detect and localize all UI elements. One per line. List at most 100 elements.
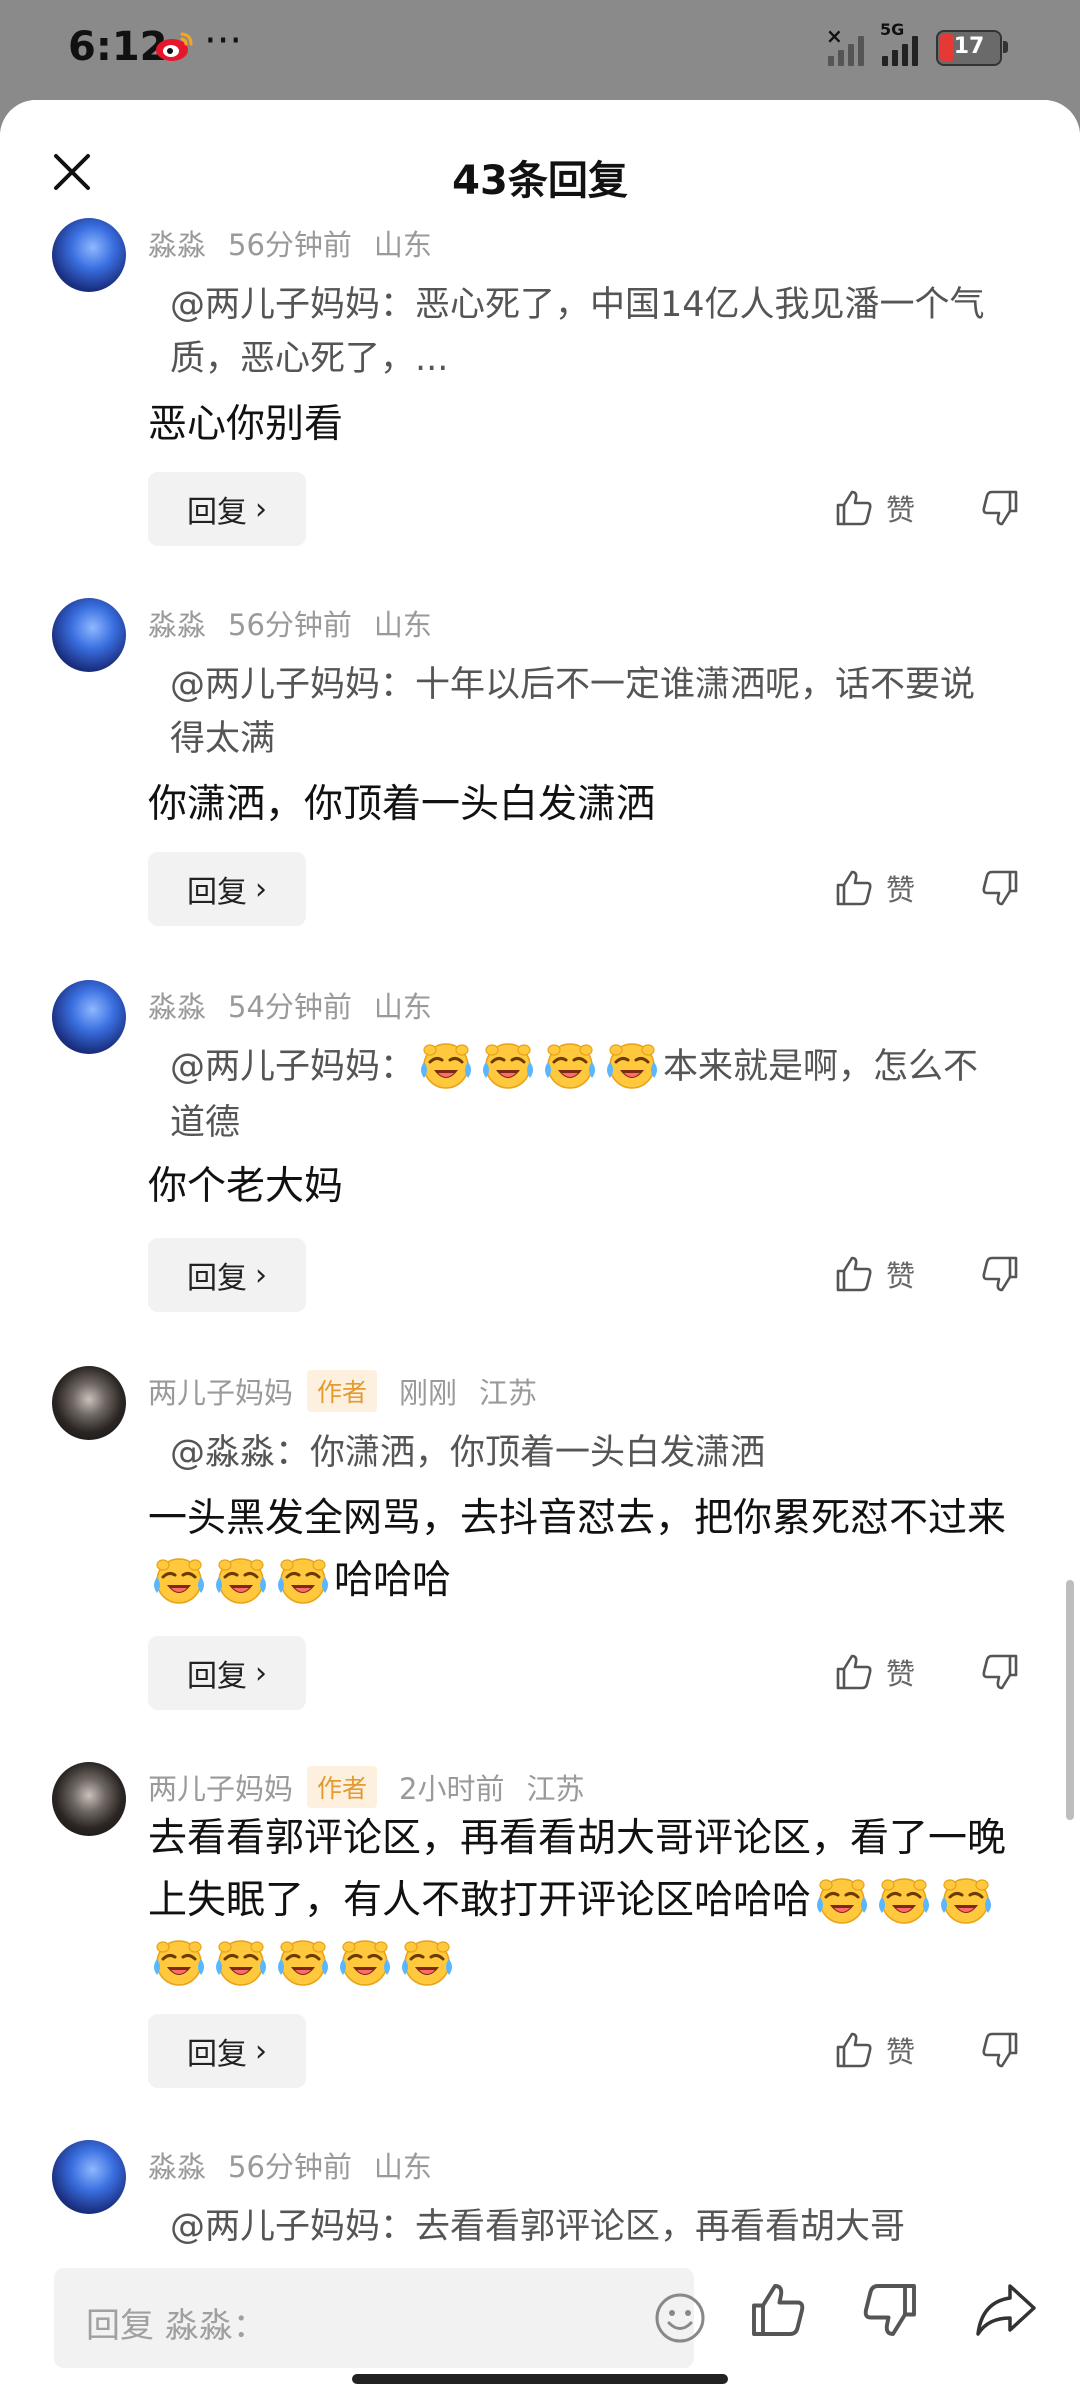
thumb-up-icon (834, 868, 874, 908)
thumb-down-icon (980, 488, 1020, 528)
thumb-down-icon (980, 1652, 1020, 1692)
like-button[interactable]: 赞 (834, 858, 934, 918)
thumb-up-icon (834, 1254, 874, 1294)
like-icon[interactable] (748, 2280, 808, 2340)
dislike-button[interactable] (980, 858, 1026, 918)
laughing-crying-emoji-icon (418, 1036, 474, 1092)
comment-text[interactable]: 你潇洒，你顶着一头白发潇洒 (148, 774, 1028, 836)
quoted-reply[interactable]: @两儿子妈妈：十年以后不一定谁潇洒呢，话不要说得太满 (170, 658, 1000, 766)
like-button[interactable]: 赞 (834, 1244, 934, 1304)
chevron-right-icon: › (255, 1257, 267, 1293)
comment-meta: 淼淼 56分钟前 山东 (148, 602, 432, 644)
avatar[interactable] (52, 1366, 126, 1440)
chevron-right-icon: › (255, 491, 267, 527)
comment-text[interactable]: 你个老大妈 (148, 1156, 1028, 1218)
reply-input-placeholder: 回复 淼淼： (86, 2306, 267, 2346)
comment-text[interactable]: 去看看郭评论区，再看看胡大哥评论区，看了一晚上失眠了，有人不敢打开评论区哈哈哈 (148, 1808, 1028, 1994)
no-signal-icon: × (826, 24, 864, 66)
comment-time: 56分钟前 (228, 2150, 352, 2184)
like-label: 赞 (886, 1259, 916, 1293)
like-label: 赞 (886, 493, 916, 527)
username[interactable]: 淼淼 (148, 2144, 206, 2186)
chevron-right-icon: › (255, 871, 267, 907)
username[interactable]: 淼淼 (148, 984, 206, 1026)
like-button[interactable]: 赞 (834, 2020, 934, 2080)
avatar[interactable] (52, 2140, 126, 2214)
thumb-up-icon (834, 1652, 874, 1692)
laughing-crying-emoji-icon (542, 1036, 598, 1092)
like-button[interactable]: 赞 (834, 478, 934, 538)
dislike-button[interactable] (980, 1244, 1026, 1304)
comment-time: 刚刚 (399, 1376, 458, 1410)
chevron-right-icon: › (255, 1655, 267, 1691)
laughing-crying-emoji-icon (399, 1933, 455, 1989)
like-button[interactable]: 赞 (834, 1642, 934, 1702)
reply-button[interactable]: 回复 › (148, 1636, 306, 1710)
author-badge: 作者 (307, 1370, 378, 1412)
laughing-crying-emoji-icon (876, 1871, 932, 1927)
status-icons: × 5G 17 (826, 20, 1008, 70)
reply-button[interactable]: 回复 › (148, 472, 306, 546)
username[interactable]: 两儿子妈妈 (148, 1370, 293, 1412)
reply-label: 回复 (187, 495, 247, 530)
scrollbar[interactable] (1066, 1580, 1074, 1820)
thumb-down-icon (980, 868, 1020, 908)
username[interactable]: 两儿子妈妈 (148, 1766, 293, 1808)
replies-sheet: 淼淼 56分钟前 山东 @两儿子妈妈：恶心死了，中国14亿人我见潘一个气质，恶心… (0, 100, 1080, 2400)
chevron-right-icon: › (255, 2033, 267, 2069)
laughing-crying-emoji-icon (213, 1551, 269, 1607)
dislike-button[interactable] (980, 478, 1026, 538)
comment-location: 山东 (373, 608, 432, 642)
5g-signal-icon: 5G (880, 20, 918, 66)
comment-location: 山东 (373, 228, 432, 262)
laughing-crying-emoji-icon (604, 1036, 660, 1092)
reply-button[interactable]: 回复 › (148, 852, 306, 926)
thumb-down-icon (980, 2030, 1020, 2070)
avatar[interactable] (52, 218, 126, 292)
reply-label: 回复 (187, 1659, 247, 1694)
laughing-crying-emoji-icon (814, 1871, 870, 1927)
avatar[interactable] (52, 980, 126, 1054)
laughing-crying-emoji-icon (275, 1551, 331, 1607)
comment-text-prefix: 一头黑发全网骂，去抖音怼去，把你累死怼不过来 (148, 1496, 1007, 1541)
username[interactable]: 淼淼 (148, 222, 206, 264)
reply-label: 回复 (187, 2037, 247, 2072)
comment-location: 山东 (373, 990, 432, 1024)
comment-time: 56分钟前 (228, 608, 352, 642)
comment-text[interactable]: 一头黑发全网骂，去抖音怼去，把你累死怼不过来哈哈哈 (148, 1488, 1028, 1612)
comment-meta: 淼淼 56分钟前 山东 (148, 222, 432, 264)
dislike-button[interactable] (980, 1642, 1026, 1702)
reply-input[interactable]: 回复 淼淼： (54, 2268, 705, 2368)
reply-button[interactable]: 回复 › (148, 1238, 306, 1312)
quoted-reply[interactable]: @两儿子妈妈：恶心死了，中国14亿人我见潘一个气质，恶心死了，... (170, 278, 1000, 386)
comment-time: 56分钟前 (228, 228, 352, 262)
dislike-button[interactable] (980, 2020, 1026, 2080)
comment-meta: 淼淼 54分钟前 山东 (148, 984, 432, 1026)
like-label: 赞 (886, 873, 916, 907)
comment-text[interactable]: 恶心你别看 (148, 394, 1028, 456)
username[interactable]: 淼淼 (148, 602, 206, 644)
bottom-bar: 回复 淼淼： (0, 2254, 1080, 2400)
avatar[interactable] (52, 598, 126, 672)
dislike-icon[interactable] (860, 2280, 920, 2340)
comment-meta: 两儿子妈妈 作者 刚刚 江苏 (148, 1370, 537, 1412)
like-label: 赞 (886, 1657, 916, 1691)
comment-location: 江苏 (479, 1376, 538, 1410)
smile-icon[interactable] (652, 2290, 708, 2346)
author-badge: 作者 (307, 1766, 378, 1808)
page-title: 43条回复 (452, 158, 628, 204)
share-icon[interactable] (974, 2280, 1038, 2340)
comment-location: 江苏 (526, 1772, 585, 1806)
home-indicator (352, 2374, 728, 2384)
more-dots-icon: ··· (204, 18, 243, 64)
reply-button[interactable]: 回复 › (148, 2014, 306, 2088)
avatar[interactable] (52, 1762, 126, 1836)
quoted-reply[interactable]: @两儿子妈妈： 本来就是啊，怎么不道德 (170, 1040, 1000, 1150)
quoted-reply[interactable]: @两儿子妈妈：去看看郭评论区，再看看胡大哥 (170, 2200, 1000, 2254)
status-time: 6:12 (68, 24, 168, 70)
battery-level: 17 (953, 34, 985, 59)
quoted-reply[interactable]: @淼淼：你潇洒，你顶着一头白发潇洒 (170, 1426, 1000, 1480)
status-bar: 6:12 ··· × 5G 17 (0, 0, 1080, 100)
laughing-crying-emoji-icon (275, 1933, 331, 1989)
comment-location: 山东 (373, 2150, 432, 2184)
